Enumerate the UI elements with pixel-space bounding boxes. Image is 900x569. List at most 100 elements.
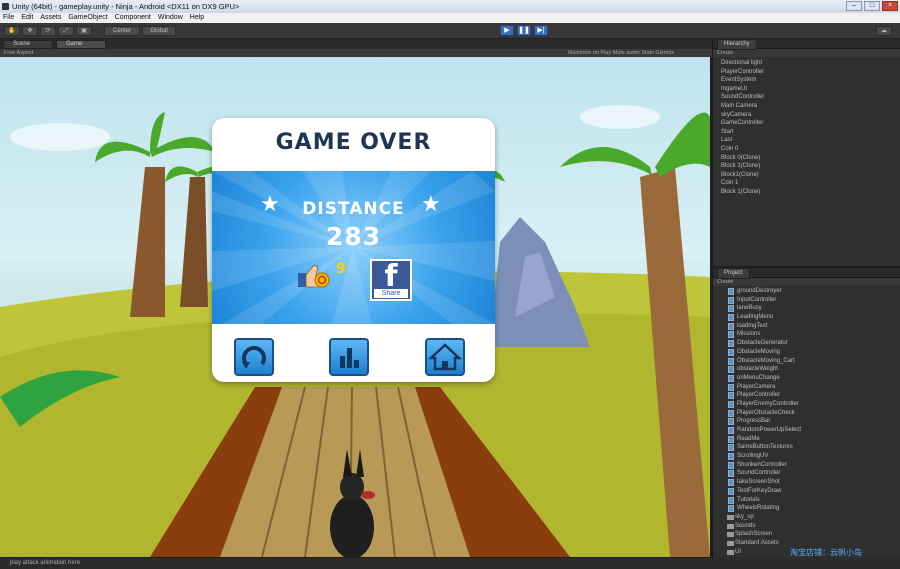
script-item[interactable]: ProgressBar bbox=[713, 417, 900, 426]
facebook-share-button[interactable]: f Share bbox=[370, 259, 412, 301]
menu-bar: File Edit Assets GameObject Component Wi… bbox=[0, 13, 900, 23]
hierarchy-item[interactable]: Last bbox=[713, 136, 900, 145]
rotate-tool-icon[interactable]: ⟳ bbox=[40, 26, 56, 36]
script-item[interactable]: ObstacleGenerator bbox=[713, 339, 900, 348]
folder-item[interactable]: SplashScreen bbox=[713, 530, 900, 539]
share-label: Share bbox=[374, 289, 408, 298]
hierarchy-item[interactable]: Block 1(Clone) bbox=[713, 162, 900, 171]
folder-item[interactable]: Sounds bbox=[713, 522, 900, 531]
hierarchy-item[interactable]: EventSystem bbox=[713, 76, 900, 85]
menu-component[interactable]: Component bbox=[115, 13, 151, 23]
maximize-button[interactable]: □ bbox=[864, 1, 880, 11]
menu-help[interactable]: Help bbox=[190, 13, 204, 23]
menu-assets[interactable]: Assets bbox=[40, 13, 61, 23]
distance-label: DISTANCE bbox=[302, 199, 405, 219]
hand-tool-icon[interactable]: ✋ bbox=[4, 26, 20, 36]
hierarchy-item[interactable]: Start bbox=[713, 128, 900, 137]
hierarchy-item[interactable]: Block 0(Clone) bbox=[713, 154, 900, 163]
hierarchy-item[interactable]: Coin 1 bbox=[713, 179, 900, 188]
step-button[interactable]: ▶| bbox=[534, 25, 548, 36]
home-icon bbox=[427, 343, 463, 371]
script-item[interactable]: PlayerObstacleCheck bbox=[713, 409, 900, 418]
script-icon bbox=[728, 322, 734, 330]
pivot-global-button[interactable]: Global bbox=[142, 26, 176, 36]
leaderboard-button[interactable] bbox=[329, 338, 369, 376]
watermark-text: 淘宝店铺：云帆小岛 bbox=[790, 548, 862, 557]
script-icon bbox=[728, 453, 734, 461]
hierarchy-item[interactable]: SoundController bbox=[713, 93, 900, 102]
home-button[interactable] bbox=[425, 338, 465, 376]
distance-value: 283 bbox=[325, 222, 382, 251]
script-icon bbox=[728, 331, 734, 339]
hierarchy-item[interactable]: Coin 0 bbox=[713, 145, 900, 154]
script-item[interactable]: ObstacleMoving bbox=[713, 348, 900, 357]
script-icon bbox=[728, 461, 734, 469]
script-icon bbox=[728, 357, 734, 365]
menu-file[interactable]: File bbox=[3, 13, 14, 23]
folder-icon bbox=[727, 514, 734, 520]
script-item[interactable]: ScrollingUV bbox=[713, 452, 900, 461]
hierarchy-item[interactable]: GameController bbox=[713, 119, 900, 128]
script-item[interactable]: PlayerController bbox=[713, 391, 900, 400]
pivot-center-button[interactable]: Center bbox=[104, 26, 140, 36]
pause-button[interactable]: ❚❚ bbox=[517, 25, 531, 36]
script-item[interactable]: PlayerCamera bbox=[713, 383, 900, 392]
tab-game[interactable]: Game bbox=[56, 40, 106, 49]
window-title: Unity (64bit) - gameplay.unity - Ninja -… bbox=[12, 2, 240, 11]
game-view-options[interactable]: Maximize on Play Mute audio Stats Gizmos bbox=[568, 49, 674, 57]
hierarchy-item[interactable]: PlayerController bbox=[713, 68, 900, 77]
folder-icon bbox=[727, 549, 734, 555]
script-item[interactable]: ReadMe bbox=[713, 435, 900, 444]
script-item[interactable]: TestForKeyDraw bbox=[713, 487, 900, 496]
folder-item[interactable]: sky_sp bbox=[713, 513, 900, 522]
hierarchy-create-dropdown[interactable]: Create bbox=[713, 49, 900, 57]
script-item[interactable]: loadingText bbox=[713, 322, 900, 331]
script-item[interactable]: InputController bbox=[713, 296, 900, 305]
move-tool-icon[interactable]: ✥ bbox=[22, 26, 38, 36]
tab-scene[interactable]: Scene bbox=[3, 40, 53, 49]
script-item[interactable]: ObstacleMoving_Cart bbox=[713, 357, 900, 366]
script-icon bbox=[728, 314, 734, 322]
script-item[interactable]: Tutorials bbox=[713, 496, 900, 505]
script-item[interactable]: takeScreenShot bbox=[713, 478, 900, 487]
rect-tool-icon[interactable]: ▣ bbox=[76, 26, 92, 36]
script-item[interactable]: SameButtonTextures bbox=[713, 443, 900, 452]
game-over-title: GAME OVER bbox=[275, 130, 432, 155]
menu-edit[interactable]: Edit bbox=[21, 13, 33, 23]
script-item[interactable]: Missions bbox=[713, 330, 900, 339]
restart-button[interactable] bbox=[234, 338, 274, 376]
hierarchy-item[interactable]: Block 1(Clone) bbox=[713, 188, 900, 197]
hierarchy-item[interactable]: IngameUI bbox=[713, 85, 900, 94]
hierarchy-panel: Hierarchy Create Directional light Playe… bbox=[712, 39, 900, 266]
script-item[interactable]: obstacleWeight bbox=[713, 365, 900, 374]
script-icon bbox=[728, 409, 734, 417]
hierarchy-item[interactable]: Main Camera bbox=[713, 102, 900, 111]
cloud-icon[interactable]: ☁ bbox=[876, 26, 892, 36]
script-item[interactable]: PlayerEnemyController bbox=[713, 400, 900, 409]
script-item[interactable]: LeadingMenu bbox=[713, 313, 900, 322]
minimize-button[interactable]: – bbox=[846, 1, 862, 11]
script-item[interactable]: ShurikenController bbox=[713, 461, 900, 470]
script-item[interactable]: WheelsRotating bbox=[713, 504, 900, 513]
script-icon bbox=[728, 418, 734, 426]
script-item[interactable]: RandomPowerUpSelect bbox=[713, 426, 900, 435]
script-item[interactable]: laneBusy bbox=[713, 304, 900, 313]
play-button[interactable]: ▶ bbox=[500, 25, 514, 36]
script-item[interactable]: SoundController bbox=[713, 469, 900, 478]
project-panel: Project Create groundDestroyer InputCont… bbox=[712, 268, 900, 558]
game-view[interactable]: GAME OVER ★ ★ DISTANCE 283 9 f Share bbox=[0, 57, 710, 557]
script-icon bbox=[728, 487, 734, 495]
script-item[interactable]: groundDestroyer bbox=[713, 287, 900, 296]
game-over-dialog: GAME OVER ★ ★ DISTANCE 283 9 f Share bbox=[212, 118, 495, 382]
menu-gameobject[interactable]: GameObject bbox=[68, 13, 107, 23]
project-create-dropdown[interactable]: Create bbox=[713, 278, 900, 286]
hierarchy-item[interactable]: Block1(Clone) bbox=[713, 171, 900, 180]
script-icon bbox=[728, 296, 734, 304]
hierarchy-item[interactable]: Directional light bbox=[713, 59, 900, 68]
aspect-dropdown[interactable]: Free Aspect bbox=[4, 49, 33, 57]
menu-window[interactable]: Window bbox=[158, 13, 183, 23]
scale-tool-icon[interactable]: ⤢ bbox=[58, 26, 74, 36]
script-item[interactable]: onMenuChange bbox=[713, 374, 900, 383]
hierarchy-item[interactable]: skyCamera bbox=[713, 111, 900, 120]
close-button[interactable]: × bbox=[882, 1, 898, 11]
